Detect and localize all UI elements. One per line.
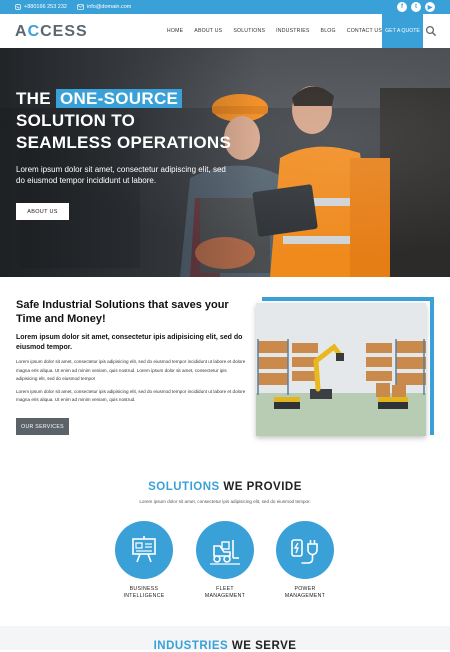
solution-card-power-management[interactable]: POWER MANAGEMENT (265, 521, 345, 600)
warehouse-robot-photo (256, 303, 426, 436)
youtube-icon[interactable]: ▶ (425, 2, 435, 12)
nav-item-about-us[interactable]: ABOUT US (194, 28, 222, 34)
mail-icon (77, 4, 84, 10)
solution-label: POWER MANAGEMENT (265, 586, 345, 600)
social-links: f t ▶ (397, 2, 435, 12)
hero-title: THE ONE-SOURCE SOLUTION TO SEAMLESS OPER… (16, 88, 231, 154)
solutions-heading-accent: SOLUTIONS (148, 481, 220, 493)
forklift-icon (210, 540, 240, 565)
phone-info[interactable]: +880166 253 232 (15, 4, 67, 10)
nav-item-industries[interactable]: INDUSTRIES (276, 28, 309, 34)
hero-title-prefix: THE (16, 89, 56, 108)
solution-icon-circle (276, 521, 334, 579)
logo-accent-letter: C (27, 23, 41, 40)
twitter-icon[interactable]: t (411, 2, 421, 12)
intro-section: Safe Industrial Solutions that saves you… (16, 298, 246, 405)
solutions-subtitle: Lorem ipsum dolor sit amet, consectetur … (139, 499, 311, 504)
email-info[interactable]: info@domain.com (77, 4, 131, 10)
solution-label-line2: MANAGEMENT (284, 593, 326, 599)
solutions-heading-rest: WE PROVIDE (219, 481, 302, 493)
power-plug-icon (291, 539, 318, 564)
get-a-quote-button[interactable]: GET A QUOTE (382, 14, 423, 48)
hero-title-line3: SEAMLESS OPERATIONS (16, 133, 232, 152)
phone-icon (15, 4, 21, 10)
our-services-button[interactable]: OUR SERVICES (16, 418, 69, 435)
intro-paragraph-1: Lorem ipsum dolor sit amet, consectetur … (16, 359, 246, 381)
logo-letter-a: A (15, 23, 28, 40)
hero-title-line2: SOLUTION TO (16, 111, 136, 130)
solution-card-fleet-management[interactable]: FLEET MANAGEMENT (185, 521, 265, 600)
phone-number: +880166 253 232 (24, 4, 67, 10)
solution-label-line2: INTELLIGENCE (123, 593, 165, 599)
nav-item-blog[interactable]: BLOG (321, 28, 336, 34)
hero-dark-overlay (0, 48, 260, 277)
hero-section: THE ONE-SOURCE SOLUTION TO SEAMLESS OPER… (0, 48, 450, 277)
solution-icon-circle (196, 521, 254, 579)
main-navbar: ACCESS HOME ABOUT US SOLUTIONS INDUSTRIE… (0, 14, 450, 48)
intro-heading: Safe Industrial Solutions that saves you… (16, 299, 229, 325)
hero-subtitle: Lorem ipsum dolor sit amet, consectetur … (16, 165, 226, 185)
email-address: info@domain.com (86, 4, 132, 10)
top-bar: +880166 253 232 info@domain.com f t ▶ (0, 0, 450, 14)
solution-label: FLEET MANAGEMENT (185, 586, 265, 600)
nav-item-contact-us[interactable]: CONTACT US (347, 28, 382, 34)
solution-label-line1: FLEET (216, 586, 234, 592)
facebook-icon[interactable]: f (397, 2, 407, 12)
solution-label-line1: BUSINESS (129, 586, 159, 592)
nav-menu: HOME ABOUT US SOLUTIONS INDUSTRIES BLOG … (156, 14, 382, 48)
solution-card-business-intelligence[interactable]: BUSINESS INTELLIGENCE (104, 521, 184, 600)
site-logo[interactable]: ACCESS (15, 23, 88, 41)
warehouse-illustration (256, 303, 426, 436)
presentation-board-icon (132, 536, 156, 563)
intro-lead: Lorem ipsum dolor sit amet, consectetur … (16, 334, 243, 351)
industries-heading: INDUSTRIES WE SERVE (0, 640, 450, 652)
solution-icon-circle (115, 521, 173, 579)
search-icon[interactable] (425, 25, 437, 37)
nav-item-solutions[interactable]: SOLUTIONS (233, 28, 265, 34)
hero-title-highlight: ONE-SOURCE (55, 89, 183, 108)
logo-text-rest: CESS (40, 23, 88, 40)
industries-heading-accent: INDUSTRIES (153, 640, 229, 652)
intro-paragraph-2: Lorem ipsum dolor sit amet, consectetur … (16, 388, 246, 403)
about-us-button[interactable]: ABOUT US (16, 203, 69, 220)
solution-label-line1: POWER (294, 586, 316, 592)
industries-heading-rest: WE SERVE (228, 640, 297, 652)
solution-label-line2: MANAGEMENT (204, 593, 246, 599)
nav-item-home[interactable]: HOME (167, 28, 183, 34)
solutions-heading: SOLUTIONS WE PROVIDE (0, 481, 450, 493)
solution-label: BUSINESS INTELLIGENCE (104, 586, 184, 600)
